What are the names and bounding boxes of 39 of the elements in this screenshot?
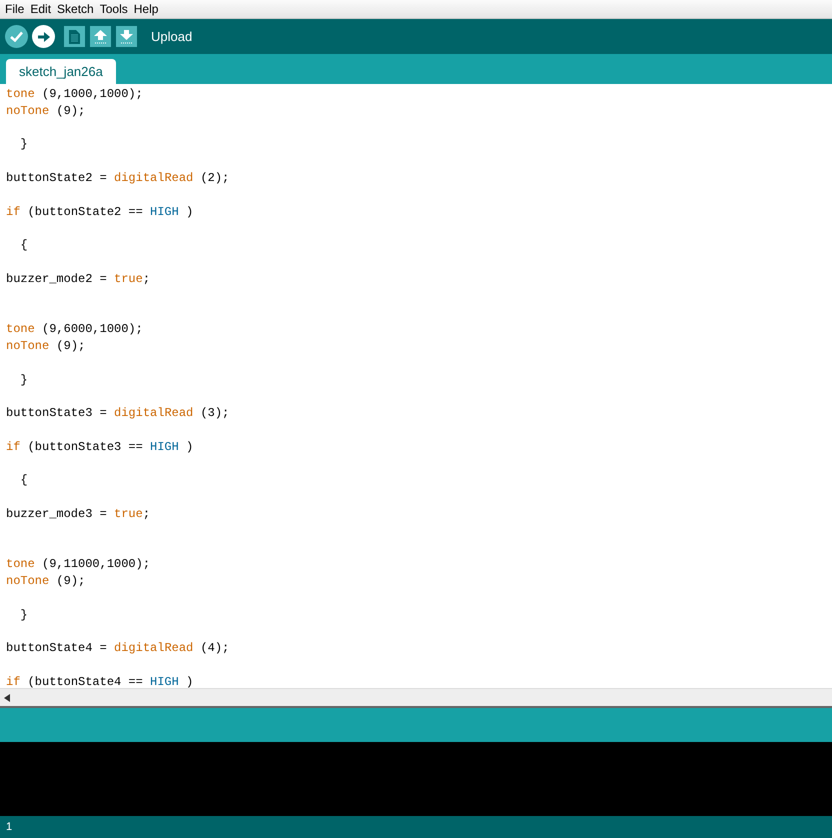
right-arrow-icon (38, 32, 50, 42)
code-line: { (19, 472, 28, 490)
code-line: buttonState2 = digitalRead (2); (6, 170, 230, 187)
menu-item[interactable]: Help (130, 2, 162, 16)
code-line: buzzer_mode2 = true; (6, 270, 150, 288)
code-line: } (19, 606, 28, 624)
up-arrow-icon (94, 30, 107, 44)
code-line: } (19, 136, 28, 154)
document-icon (69, 30, 80, 44)
code-line: if (buttonState2 == HIGH ) (6, 204, 194, 220)
checkmark-icon (10, 31, 23, 42)
menu-item[interactable]: File (2, 2, 28, 16)
horizontal-scrollbar[interactable] (0, 688, 832, 706)
code-line: } (19, 372, 28, 388)
code-line: noTone (9); (6, 338, 86, 355)
code-line: buzzer_mode3 = true; (6, 506, 150, 523)
code-line: noTone (9); (6, 573, 86, 590)
sketch-tab[interactable]: sketch_jan26a (6, 59, 116, 84)
line-number: 1 (6, 821, 12, 833)
menu-item[interactable]: Edit (27, 2, 54, 16)
menu-item[interactable]: Tools (96, 2, 131, 16)
code-line: tone (9,11000,1000); (6, 556, 150, 574)
code-line: { (19, 237, 28, 254)
upload-button[interactable] (32, 25, 55, 48)
code-line: if (buttonState3 == HIGH ) (6, 438, 194, 456)
menu-item[interactable]: Sketch (54, 2, 97, 16)
save-button[interactable] (116, 26, 137, 47)
open-button[interactable] (90, 26, 111, 47)
new-button[interactable] (64, 26, 85, 47)
code-line: tone (9,1000,1000); (6, 86, 143, 103)
code-line: noTone (9); (6, 102, 86, 120)
code-line: if (buttonState4 == HIGH ) (6, 674, 194, 688)
down-arrow-icon (120, 30, 133, 44)
code-line: buttonState4 = digitalRead (4); (6, 640, 230, 658)
toolbar-hint: Upload (151, 29, 192, 44)
verify-button[interactable] (5, 25, 28, 48)
left-arrow-icon[interactable] (4, 694, 10, 702)
code-line: tone (9,6000,1000); (6, 321, 143, 338)
code-line: buttonState3 = digitalRead (3); (6, 405, 230, 422)
